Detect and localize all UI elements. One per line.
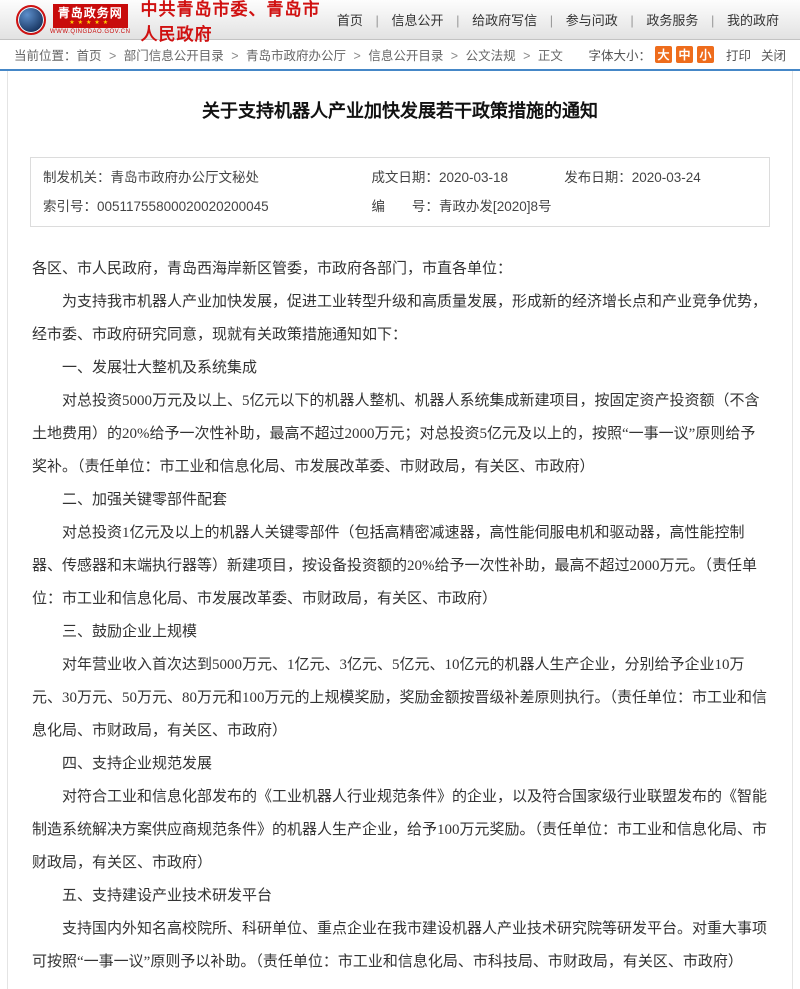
breadcrumb-separator: > (447, 49, 461, 63)
nav-separator: | (627, 13, 638, 28)
meta-index: 索引号：00511755800020020200045 (43, 196, 371, 218)
paragraph: 对总投资1亿元及以上的机器人关键零部件（包括高精密减速器，高性能伺服电机和驱动器… (32, 517, 768, 616)
print-button[interactable]: 打印 (726, 45, 751, 64)
breadcrumb-separator: > (520, 49, 534, 63)
site-url-text: WWW.QINGDAO.GOV.CN (50, 29, 130, 35)
breadcrumb-label: 当前位置： (14, 49, 77, 63)
breadcrumb-link[interactable]: 青岛市政府办公厅 (246, 49, 346, 63)
meta-number-value: 青政办发[2020]8号 (439, 199, 552, 214)
top-nav-item[interactable]: 信息公开 (391, 13, 443, 28)
font-size-button[interactable]: 小 (697, 46, 714, 63)
font-size-buttons: 大中小 (653, 46, 716, 63)
font-size-button[interactable]: 大 (655, 46, 672, 63)
content-wrapper: 关于支持机器人产业加快发展若干政策措施的通知 制发机关：青岛市政府办公厅文秘处 … (0, 69, 800, 989)
breadcrumb-link[interactable]: 公文法规 (466, 49, 516, 63)
org-title: 中共青岛市委、青岛市人民政府 (140, 0, 327, 45)
breadcrumb-separator: > (228, 49, 242, 63)
breadcrumb-current: 正文 (538, 49, 563, 63)
section-heading: 四、支持企业规范发展 (32, 748, 768, 781)
breadcrumb-bar: 当前位置：首页 > 部门信息公开目录 > 青岛市政府办公厅 > 信息公开目录 >… (0, 40, 800, 69)
top-nav-item[interactable]: 我的政府 (727, 13, 779, 28)
paragraph: 各区、市人民政府，青岛西海岸新区管委，市政府各部门，市直各单位： (32, 253, 768, 286)
top-nav: 首页 | 信息公开 | 给政府写信 | 参与问政 | 政务服务 | 我的政府 (328, 10, 788, 29)
section-heading: 五、支持建设产业技术研发平台 (32, 880, 768, 913)
paragraph: 支持国内外知名高校院所、科研单位、重点企业在我市建设机器人产业技术研究院等研发平… (32, 913, 768, 979)
logo-text-block: 青岛政务网 ★★★★★ WWW.QINGDAO.GOV.CN (50, 4, 130, 35)
doc-meta-table: 制发机关：青岛市政府办公厅文秘处 成文日期：2020-03-18 发布日期：20… (30, 157, 770, 227)
meta-doc-date-label: 成文日期： (371, 170, 439, 185)
top-nav-item[interactable]: 政务服务 (646, 13, 698, 28)
meta-doc-date: 成文日期：2020-03-18 (371, 167, 564, 189)
meta-index-value: 00511755800020020200045 (97, 199, 269, 214)
site-logo[interactable]: 青岛政务网 ★★★★★ WWW.QINGDAO.GOV.CN 中共青岛市委、青岛… (16, 0, 328, 45)
logo-red-box: 青岛政务网 ★★★★★ (53, 4, 128, 28)
paragraph: 为支持我市机器人产业加快发展，促进工业转型升级和高质量发展，形成新的经济增长点和… (32, 286, 768, 352)
section-heading: 一、发展壮大整机及系统集成 (32, 352, 768, 385)
breadcrumb-link[interactable]: 首页 (77, 49, 102, 63)
page-title: 关于支持机器人产业加快发展若干政策措施的通知 (30, 97, 770, 123)
paragraph: 对符合工业和信息化部发布的《工业机器人行业规范条件》的企业，以及符合国家级行业联… (32, 781, 768, 880)
nav-separator: | (707, 13, 718, 28)
font-size-button[interactable]: 中 (676, 46, 693, 63)
breadcrumb-items: 首页 > 部门信息公开目录 > 青岛市政府办公厅 > 信息公开目录 > 公文法规… (77, 49, 563, 63)
meta-pub-date: 发布日期：2020-03-24 (564, 167, 757, 189)
breadcrumb-separator: > (106, 49, 120, 63)
page-tools: 字体大小： 大中小 打印 关闭 (588, 45, 786, 64)
breadcrumb-link[interactable]: 信息公开目录 (368, 49, 443, 63)
content-box: 关于支持机器人产业加快发展若干政策措施的通知 制发机关：青岛市政府办公厅文秘处 … (7, 71, 793, 989)
section-heading: 二、加强关键零部件配套 (32, 484, 768, 517)
nav-separator: | (372, 13, 383, 28)
globe-logo-icon (16, 5, 46, 35)
top-nav-item[interactable]: 给政府写信 (472, 13, 537, 28)
meta-issuer-label: 制发机关： (43, 170, 111, 185)
meta-number-label: 编 号： (371, 199, 439, 214)
paragraph: 对总投资5000万元及以上、5亿元以下的机器人整机、机器人系统集成新建项目，按固… (32, 385, 768, 484)
close-button[interactable]: 关闭 (761, 45, 786, 64)
paragraph: 对年营业收入首次达到5000万元、1亿元、3亿元、5亿元、10亿元的机器人生产企… (32, 649, 768, 748)
meta-doc-date-value: 2020-03-18 (439, 170, 508, 185)
breadcrumb-separator: > (350, 49, 364, 63)
meta-number: 编 号：青政办发[2020]8号 (371, 196, 757, 218)
article-body: 各区、市人民政府，青岛西海岸新区管委，市政府各部门，市直各单位：为支持我市机器人… (30, 251, 770, 989)
logo-stars-icon: ★★★★★ (69, 20, 111, 26)
site-header: 青岛政务网 ★★★★★ WWW.QINGDAO.GOV.CN 中共青岛市委、青岛… (0, 0, 800, 40)
meta-issuer-value: 青岛市政府办公厅文秘处 (111, 170, 260, 185)
nav-separator: | (546, 13, 557, 28)
breadcrumb: 当前位置：首页 > 部门信息公开目录 > 青岛市政府办公厅 > 信息公开目录 >… (14, 45, 563, 64)
breadcrumb-link[interactable]: 部门信息公开目录 (124, 49, 224, 63)
section-heading: 三、鼓励企业上规模 (32, 616, 768, 649)
meta-index-label: 索引号： (43, 199, 97, 214)
meta-pub-date-value: 2020-03-24 (632, 170, 701, 185)
font-size-label: 字体大小： (588, 45, 651, 64)
top-nav-item[interactable]: 首页 (337, 13, 363, 28)
meta-issuer: 制发机关：青岛市政府办公厅文秘处 (43, 167, 371, 189)
top-nav-item[interactable]: 参与问政 (566, 13, 618, 28)
meta-pub-date-label: 发布日期： (564, 170, 632, 185)
site-name: 青岛政务网 (58, 7, 123, 19)
nav-separator: | (453, 13, 464, 28)
